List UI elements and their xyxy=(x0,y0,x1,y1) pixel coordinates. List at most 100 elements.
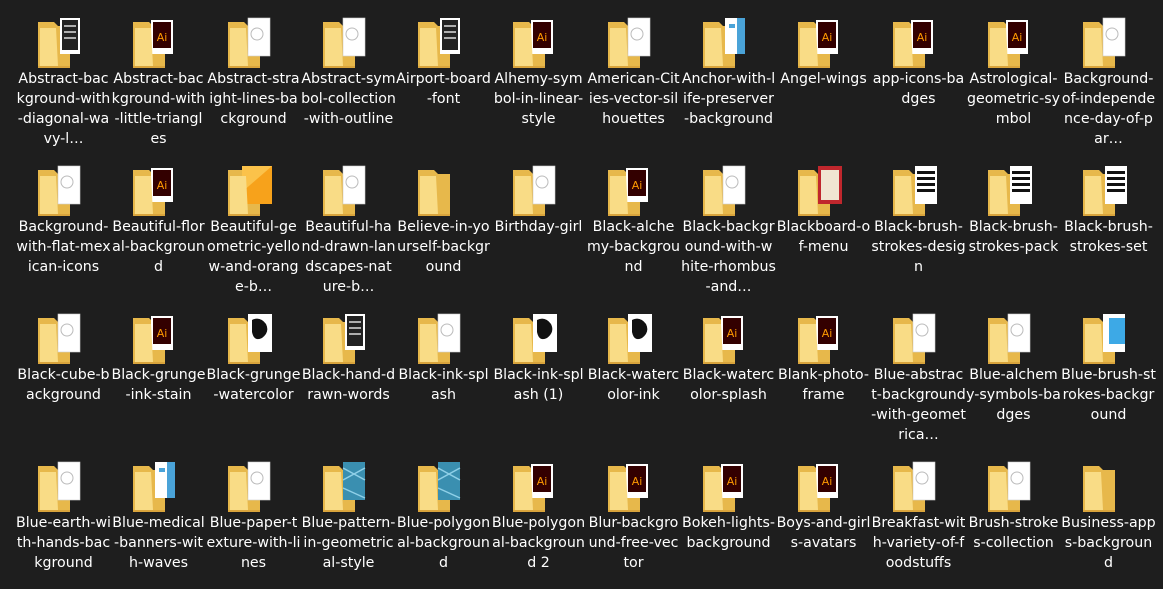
folder-label: Black-watercolor-splash xyxy=(682,367,775,403)
folder-label: Abstract-straight-lines-background xyxy=(207,71,300,127)
folder-item[interactable]: Abstract-straight-lines-background xyxy=(206,10,301,158)
folder-label: Blue-pattern-in-geometrical-style xyxy=(301,515,396,571)
folder-icon xyxy=(414,310,472,366)
folder-label: American-Cities-vector-silhouettes xyxy=(587,71,680,127)
folder-label: Black-alchemy-background xyxy=(586,219,680,275)
folder-icon xyxy=(794,162,852,218)
svg-text:Ai: Ai xyxy=(917,31,928,44)
folder-icon xyxy=(984,458,1042,514)
folder-icon: Ai xyxy=(794,310,852,366)
folder-item[interactable]: Ai Blank-photo-frame xyxy=(776,306,871,454)
svg-text:Ai: Ai xyxy=(1012,31,1023,44)
folder-icon xyxy=(889,162,947,218)
folder-item[interactable]: Ai Bokeh-lights-background xyxy=(681,454,776,589)
folder-item[interactable]: Ai Angel-wings xyxy=(776,10,871,158)
folder-item[interactable]: Blue-alchemy-symbols-badges xyxy=(966,306,1061,454)
folder-item[interactable]: Blue-polygonal-background xyxy=(396,454,491,589)
folder-icon xyxy=(699,162,757,218)
folder-item[interactable]: Ai Astrological-geometric-symbol xyxy=(966,10,1061,158)
svg-text:Ai: Ai xyxy=(632,179,643,192)
folder-item[interactable]: Black-ink-splash xyxy=(396,306,491,454)
folder-label: Beautiful-floral-background xyxy=(112,219,205,275)
folder-label: Astrological-geometric-symbol xyxy=(966,71,1060,127)
folder-icon xyxy=(604,310,662,366)
folder-item[interactable]: American-Cities-vector-silhouettes xyxy=(586,10,681,158)
folder-label: Background-with-flat-mexican-icons xyxy=(16,219,111,275)
folder-label: Airport-board-font xyxy=(396,71,491,107)
folder-item[interactable]: Business-apps-background xyxy=(1061,454,1156,589)
folder-item[interactable]: Background-of-independence-day-of-par… xyxy=(1061,10,1156,158)
folder-item[interactable]: Beautiful-hand-drawn-landscapes-nature-b… xyxy=(301,158,396,306)
folder-item[interactable]: Abstract-background-with-diagonal-wavy-l… xyxy=(16,10,111,158)
folder-item[interactable]: Black-ink-splash (1) xyxy=(491,306,586,454)
folder-icon xyxy=(129,458,187,514)
folder-label: Anchor-with-life-preserver-background xyxy=(681,71,776,127)
folder-label: app-icons-badges xyxy=(872,71,965,107)
folder-label: Background-of-independence-day-of-par… xyxy=(1061,71,1156,147)
folder-item[interactable]: Ai Blue-polygonal-background 2 xyxy=(491,454,586,589)
folder-item[interactable]: Believe-in-yourself-background xyxy=(396,158,491,306)
folder-item[interactable]: Black-cube-background xyxy=(16,306,111,454)
folder-item[interactable]: Brush-strokes-collection xyxy=(966,454,1061,589)
folder-item[interactable]: Blue-medical-banners-with-waves xyxy=(111,454,206,589)
folder-item[interactable]: Anchor-with-life-preserver-background xyxy=(681,10,776,158)
folder-label: Beautiful-hand-drawn-landscapes-nature-b… xyxy=(301,219,396,295)
folder-item[interactable]: Black-brush-strokes-pack xyxy=(966,158,1061,306)
folder-icon: Ai xyxy=(509,458,567,514)
folder-item[interactable]: Blue-abstract-background-with-geometrica… xyxy=(871,306,966,454)
svg-text:Ai: Ai xyxy=(537,31,548,44)
folder-icon xyxy=(414,458,472,514)
folder-icon xyxy=(224,14,282,70)
folder-item[interactable]: Airport-board-font xyxy=(396,10,491,158)
folder-item[interactable]: Blue-paper-texture-with-lines xyxy=(206,454,301,589)
folder-label: Blue-brush-strokes-background xyxy=(1061,367,1156,423)
folder-label: Blue-polygonal-background 2 xyxy=(491,515,586,571)
folder-item[interactable]: Background-with-flat-mexican-icons xyxy=(16,158,111,306)
folder-item[interactable]: Ai Boys-and-girls-avatars xyxy=(776,454,871,589)
folder-item[interactable]: Black-grunge-watercolor xyxy=(206,306,301,454)
folder-label: Blue-earth-with-hands-background xyxy=(16,515,111,571)
folder-icon xyxy=(889,458,947,514)
folder-label: Blank-photo-frame xyxy=(778,367,869,403)
folder-item[interactable]: Blue-brush-strokes-background xyxy=(1061,306,1156,454)
folder-label: Birthday-girl xyxy=(494,219,583,235)
folder-label: Blur-background-free-vector xyxy=(588,515,679,571)
folder-item[interactable]: Beautiful-geometric-yellow-and-orange-b… xyxy=(206,158,301,306)
folder-label: Black-brush-strokes-set xyxy=(1064,219,1153,255)
folder-item[interactable]: Black-brush-strokes-design xyxy=(871,158,966,306)
folder-item[interactable]: Black-watercolor-ink xyxy=(586,306,681,454)
folder-item[interactable]: Black-brush-strokes-set xyxy=(1061,158,1156,306)
folder-item[interactable]: Ai Black-alchemy-background xyxy=(586,158,681,306)
folder-item[interactable]: Blue-earth-with-hands-background xyxy=(16,454,111,589)
folder-icon: Ai xyxy=(604,162,662,218)
folder-item[interactable]: Ai Alhemy-symbol-in-linear-style xyxy=(491,10,586,158)
folder-item[interactable]: Abstract-symbol-collection-with-outline xyxy=(301,10,396,158)
folder-icon xyxy=(1079,458,1137,514)
folder-icon xyxy=(1079,162,1137,218)
folder-item[interactable]: Ai Black-watercolor-splash xyxy=(681,306,776,454)
folder-item[interactable]: Ai Black-grunge-ink-stain xyxy=(111,306,206,454)
folder-label: Beautiful-geometric-yellow-and-orange-b… xyxy=(207,219,300,295)
folder-item[interactable]: Blue-pattern-in-geometrical-style xyxy=(301,454,396,589)
folder-icon xyxy=(224,310,282,366)
folder-item[interactable]: Ai app-icons-badges xyxy=(871,10,966,158)
folder-icon xyxy=(699,14,757,70)
folder-label: Black-brush-strokes-design xyxy=(871,219,966,275)
folder-item[interactable]: Birthday-girl xyxy=(491,158,586,306)
folder-icon: Ai xyxy=(794,14,852,70)
folder-icon xyxy=(319,162,377,218)
folder-label: Blackboard-of-menu xyxy=(776,219,871,255)
folder-icon xyxy=(34,14,92,70)
folder-icon xyxy=(224,162,282,218)
svg-text:Ai: Ai xyxy=(157,179,168,192)
folder-item[interactable]: Ai Abstract-background-with-little-trian… xyxy=(111,10,206,158)
folder-item[interactable]: Blackboard-of-menu xyxy=(776,158,871,306)
folder-item[interactable]: Breakfast-with-variety-of-foodstuffs xyxy=(871,454,966,589)
folder-item[interactable]: Black-background-with-white-rhombus-and… xyxy=(681,158,776,306)
folder-item[interactable]: Ai Blur-background-free-vector xyxy=(586,454,681,589)
folder-item[interactable]: Ai Beautiful-floral-background xyxy=(111,158,206,306)
folder-label: Business-apps-background xyxy=(1061,515,1156,571)
folder-item[interactable]: Black-hand-drawn-words xyxy=(301,306,396,454)
svg-text:Ai: Ai xyxy=(822,327,833,340)
folder-icon xyxy=(319,458,377,514)
